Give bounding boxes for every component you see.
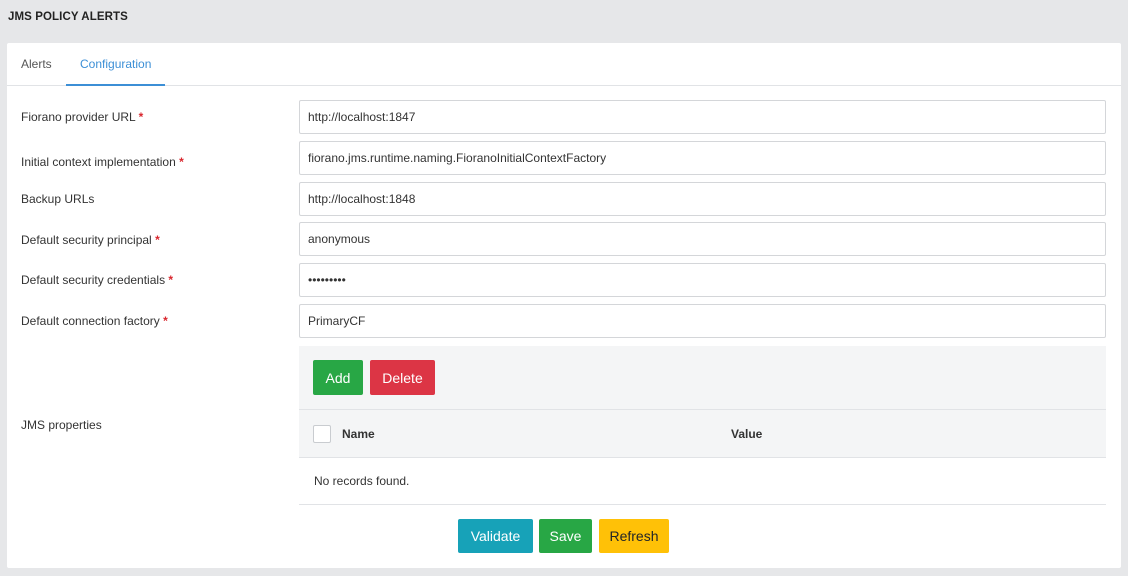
required-marker: *: [155, 233, 160, 247]
connection-factory-input[interactable]: [299, 304, 1106, 338]
initial-context-label-text: Initial context implementation: [21, 155, 176, 169]
tab-bar: Alerts Configuration: [7, 43, 1121, 86]
page-title: JMS POLICY ALERTS: [8, 11, 128, 23]
validate-button[interactable]: Validate: [458, 519, 533, 553]
required-marker: *: [163, 314, 168, 328]
security-credentials-input[interactable]: [299, 263, 1106, 297]
provider-url-label-text: Fiorano provider URL: [21, 110, 136, 124]
connection-factory-label: Default connection factory *: [21, 314, 168, 328]
select-all-checkbox[interactable]: [313, 425, 331, 443]
initial-context-input[interactable]: [299, 141, 1106, 175]
page-header: JMS POLICY ALERTS: [0, 0, 1128, 40]
required-marker: *: [168, 273, 174, 287]
jms-properties-label: JMS properties: [21, 418, 102, 432]
backup-urls-label: Backup URLs: [21, 192, 95, 206]
required-marker: *: [138, 110, 144, 124]
backup-urls-input[interactable]: [299, 182, 1106, 216]
empty-table-message: No records found.: [314, 474, 410, 488]
required-marker: *: [179, 155, 184, 169]
add-property-button[interactable]: Add: [313, 360, 363, 395]
provider-url-input[interactable]: [299, 100, 1106, 134]
provider-url-label: Fiorano provider URL *: [21, 110, 143, 124]
delete-property-button[interactable]: Delete: [370, 360, 435, 395]
initial-context-label: Initial context implementation *: [21, 155, 184, 169]
tab-alerts[interactable]: Alerts: [21, 43, 52, 86]
save-button[interactable]: Save: [539, 519, 592, 553]
tab-configuration[interactable]: Configuration: [66, 43, 166, 86]
properties-table-header: Name Value: [299, 409, 1106, 458]
security-principal-label: Default security principal *: [21, 233, 160, 247]
refresh-button[interactable]: Refresh: [599, 519, 669, 553]
security-credentials-label: Default security credentials *: [21, 273, 173, 287]
connection-factory-label-text: Default connection factory: [21, 314, 160, 328]
security-credentials-label-text: Default security credentials: [21, 273, 166, 287]
security-principal-label-text: Default security principal: [21, 233, 152, 247]
config-card: Alerts Configuration Fiorano provider UR…: [7, 43, 1121, 568]
column-header-value[interactable]: Value: [731, 427, 762, 441]
properties-table-body: No records found.: [299, 458, 1106, 505]
security-principal-input[interactable]: [299, 222, 1106, 256]
column-header-name[interactable]: Name: [342, 427, 375, 441]
